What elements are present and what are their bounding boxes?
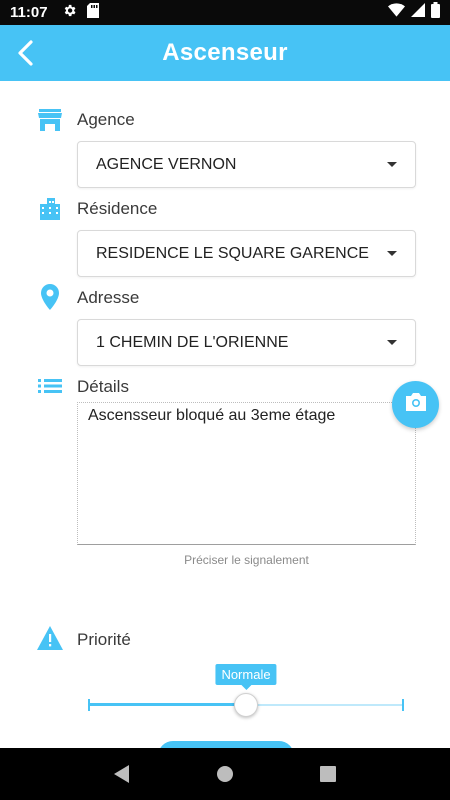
chevron-left-icon[interactable] — [10, 37, 42, 69]
status-bar: 11:07 — [0, 0, 450, 25]
agence-select[interactable]: AGENCE VERNON — [77, 141, 416, 188]
status-time: 11:07 — [10, 4, 48, 21]
details-label: Détails — [77, 377, 129, 396]
adresse-label: Adresse — [77, 288, 140, 307]
back-triangle-icon[interactable] — [107, 759, 137, 789]
residence-label: Résidence — [77, 199, 158, 218]
sd-card-icon — [86, 2, 99, 23]
residence-value: RESIDENCE LE SQUARE GARENCE — [96, 244, 369, 262]
dropdown-caret-icon — [387, 162, 397, 167]
building-icon — [37, 195, 63, 221]
home-circle-icon[interactable] — [210, 759, 240, 789]
priorite-value-tooltip: Normale — [215, 664, 277, 690]
adresse-select[interactable]: 1 CHEMIN DE L'ORIENNE — [77, 319, 416, 366]
agence-value: AGENCE VERNON — [96, 155, 237, 173]
recents-square-icon[interactable] — [313, 759, 343, 789]
dropdown-caret-icon — [387, 340, 397, 345]
camera-icon — [405, 393, 426, 416]
cell-signal-icon — [411, 3, 425, 22]
system-nav-bar — [0, 748, 450, 800]
warning-icon — [37, 625, 63, 651]
dropdown-caret-icon — [387, 251, 397, 256]
camera-button[interactable] — [392, 381, 439, 428]
priorite-label: Priorité — [77, 630, 131, 649]
details-textarea[interactable]: Ascensseur bloqué au 3eme étage — [77, 402, 416, 545]
page-title: Ascenseur — [162, 39, 288, 66]
residence-select[interactable]: RESIDENCE LE SQUARE GARENCE — [77, 230, 416, 277]
submit-button[interactable] — [158, 741, 294, 748]
wifi-icon — [388, 3, 405, 22]
priorite-slider[interactable] — [88, 693, 404, 717]
slider-tick-start — [88, 699, 90, 711]
slider-thumb[interactable] — [234, 693, 258, 717]
location-pin-icon — [37, 284, 63, 310]
adresse-value: 1 CHEMIN DE L'ORIENNE — [96, 333, 289, 351]
settings-gear-icon — [62, 3, 77, 23]
form-content: Agence AGENCE VERNON Résidence RESIDENCE… — [0, 81, 450, 748]
details-hint: Préciser le signalement — [184, 553, 309, 567]
store-icon — [37, 107, 63, 133]
agence-label: Agence — [77, 110, 135, 129]
battery-icon — [431, 2, 440, 23]
app-bar: Ascenseur — [0, 25, 450, 81]
slider-tick-end — [402, 699, 404, 711]
list-icon — [37, 373, 63, 399]
slider-fill — [88, 703, 246, 706]
